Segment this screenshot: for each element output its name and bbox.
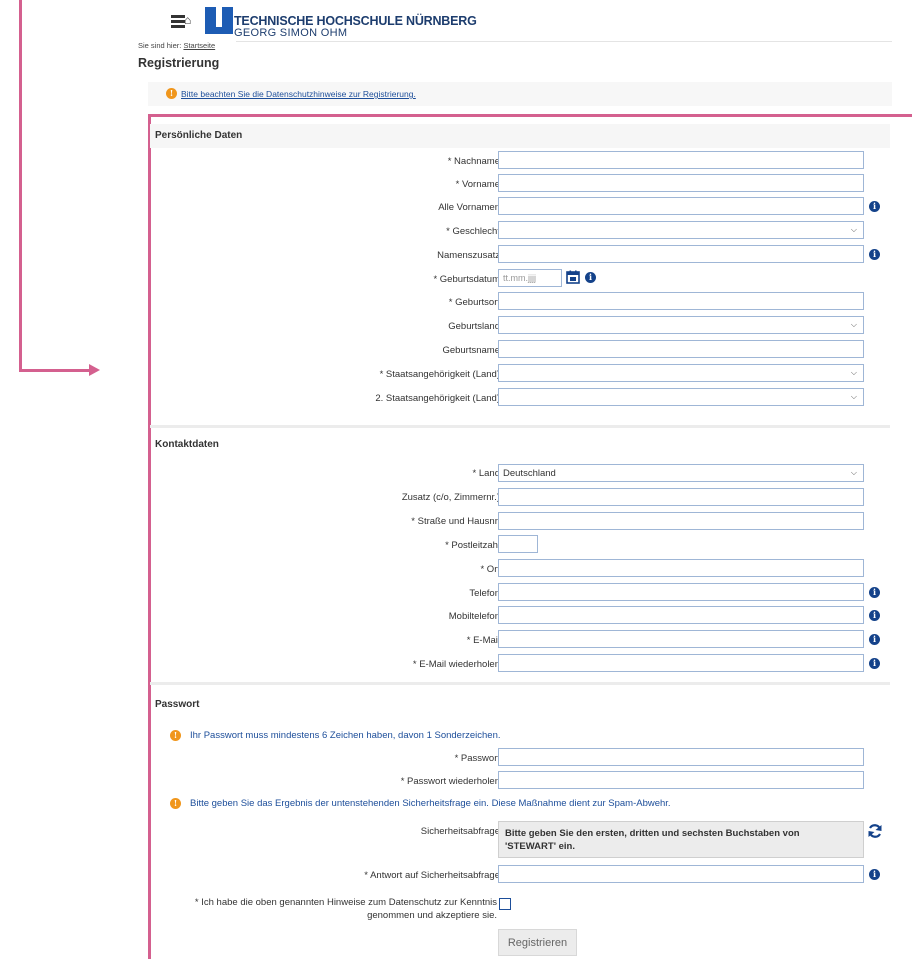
chevron-down-icon: ⌵: [850, 392, 857, 401]
captcha-notice: Bitte geben Sie das Ergebnis der untenst…: [190, 798, 671, 809]
geburtsort-input[interactable]: [498, 292, 864, 310]
label-telefon: Telefon: [469, 588, 500, 599]
staatsangehoerigkeit-select[interactable]: ⌵: [498, 364, 864, 382]
email-wiederholen-input[interactable]: [498, 654, 864, 672]
label-geburtsland: Geburtsland: [448, 321, 500, 332]
label-vorname: * Vorname: [455, 179, 500, 190]
label-namenszusatz: Namenszusatz: [437, 250, 500, 261]
section-title-personal: Persönliche Daten: [155, 130, 243, 141]
captcha-question-box: Bitte geben Sie den ersten, dritten und …: [498, 821, 864, 858]
captcha-question: Bitte geben Sie den ersten, dritten und …: [505, 828, 800, 852]
header-divider: [236, 41, 892, 42]
label-antwort: * Antwort auf Sicherheitsabfrage: [364, 870, 500, 881]
namenszusatz-input[interactable]: [498, 245, 864, 263]
annotation-arrowhead: [89, 364, 100, 376]
chevron-down-icon: ⌵: [850, 468, 857, 477]
annotation-line-vertical: [19, 0, 22, 372]
land-selected-value: Deutschland: [503, 468, 556, 479]
label-land: * Land: [472, 468, 500, 479]
label-zusatz: Zusatz (c/o, Zimmernr.): [401, 492, 500, 503]
info-icon[interactable]: i: [869, 610, 880, 621]
postleitzahl-input[interactable]: [498, 535, 538, 553]
label-passwort-wiederholen: * Passwort wiederholen: [400, 776, 500, 787]
zusatz-input[interactable]: [498, 488, 864, 506]
brand-subtitle: GEORG SIMON OHM: [234, 27, 348, 39]
warning-icon: !: [170, 798, 181, 809]
label-geburtsname: Geburtsname: [442, 345, 500, 356]
label-staatsangehoerigkeit: * Staatsangehörigkeit (Land): [379, 369, 500, 380]
geburtsdatum-placeholder: tt.mm.jjjj: [503, 273, 536, 283]
password-requirements-notice: Ihr Passwort muss mindestens 6 Zeichen h…: [190, 730, 501, 741]
page-title: Registrierung: [138, 56, 220, 70]
calendar-icon[interactable]: [566, 270, 580, 284]
annotation-line-horizontal: [19, 369, 91, 372]
section-divider: [150, 682, 890, 685]
section-title-password: Passwort: [155, 699, 200, 710]
info-icon[interactable]: i: [869, 249, 880, 260]
staatsangehoerigkeit-2-select[interactable]: ⌵: [498, 388, 864, 406]
university-logo[interactable]: [205, 7, 233, 34]
land-select[interactable]: Deutschland ⌵: [498, 464, 864, 482]
privacy-consent-checkbox[interactable]: [499, 898, 511, 910]
passwort-input[interactable]: [498, 748, 864, 766]
label-geschlecht: * Geschlecht: [446, 226, 500, 237]
info-icon[interactable]: i: [869, 587, 880, 598]
telefon-input[interactable]: [498, 583, 864, 601]
label-alle-vornamen: Alle Vornamen: [438, 202, 500, 213]
label-staatsangehoerigkeit-2: 2. Staatsangehörigkeit (Land): [375, 393, 500, 404]
geburtsland-select[interactable]: ⌵: [498, 316, 864, 334]
breadcrumb-link-home[interactable]: Startseite: [183, 41, 215, 50]
label-passwort: * Passwort: [454, 753, 500, 764]
captcha-answer-input[interactable]: [498, 865, 864, 883]
chevron-down-icon: ⌵: [850, 225, 857, 234]
info-icon[interactable]: i: [585, 272, 596, 283]
register-button[interactable]: Registrieren: [498, 929, 577, 956]
label-strasse: * Straße und Hausnr.: [411, 516, 500, 527]
label-email-wiederholen: * E-Mail wiederholen: [412, 659, 500, 670]
chevron-down-icon: ⌵: [850, 320, 857, 329]
info-icon[interactable]: i: [869, 869, 880, 880]
ort-input[interactable]: [498, 559, 864, 577]
label-sicherheitsabfrage: Sicherheitsabfrage: [420, 826, 500, 837]
privacy-consent-label: * Ich habe die oben genannten Hinweise z…: [194, 897, 497, 921]
passwort-wiederholen-input[interactable]: [498, 771, 864, 789]
label-postleitzahl: * Postleitzahl: [445, 540, 500, 551]
nachname-input[interactable]: [498, 151, 864, 169]
label-geburtsort: * Geburtsort: [448, 297, 500, 308]
home-icon[interactable]: ⌂: [184, 13, 191, 27]
label-geburtsdatum: * Geburtsdatum: [433, 274, 500, 285]
breadcrumb-prefix: Sie sind hier:: [138, 41, 182, 50]
privacy-notice-link[interactable]: Bitte beachten Sie die Datenschutzhinwei…: [181, 89, 416, 99]
geschlecht-select[interactable]: ⌵: [498, 221, 864, 239]
warning-icon: !: [170, 730, 181, 741]
geburtsdatum-input[interactable]: tt.mm.jjjj: [498, 269, 562, 287]
strasse-input[interactable]: [498, 512, 864, 530]
label-mobiltelefon: Mobiltelefon: [448, 611, 500, 622]
info-icon[interactable]: i: [869, 634, 880, 645]
section-divider: [150, 425, 890, 428]
chevron-down-icon: ⌵: [850, 368, 857, 377]
breadcrumb: Sie sind hier: Startseite: [138, 41, 215, 50]
refresh-icon[interactable]: [867, 823, 883, 839]
section-header-personal: [150, 124, 890, 148]
section-title-contact: Kontaktdaten: [155, 439, 219, 450]
geburtsname-input[interactable]: [498, 340, 864, 358]
annotation-frame-left: [148, 114, 151, 959]
email-input[interactable]: [498, 630, 864, 648]
brand-name: TECHNISCHE HOCHSCHULE NÜRNBERG: [234, 14, 477, 28]
label-nachname: * Nachname: [447, 156, 500, 167]
mobiltelefon-input[interactable]: [498, 606, 864, 624]
info-icon[interactable]: i: [869, 658, 880, 669]
alle-vornamen-input[interactable]: [498, 197, 864, 215]
info-icon[interactable]: i: [869, 201, 880, 212]
vorname-input[interactable]: [498, 174, 864, 192]
warning-icon: !: [166, 88, 177, 99]
annotation-frame-top: [148, 114, 912, 117]
label-email: * E-Mail: [466, 635, 500, 646]
